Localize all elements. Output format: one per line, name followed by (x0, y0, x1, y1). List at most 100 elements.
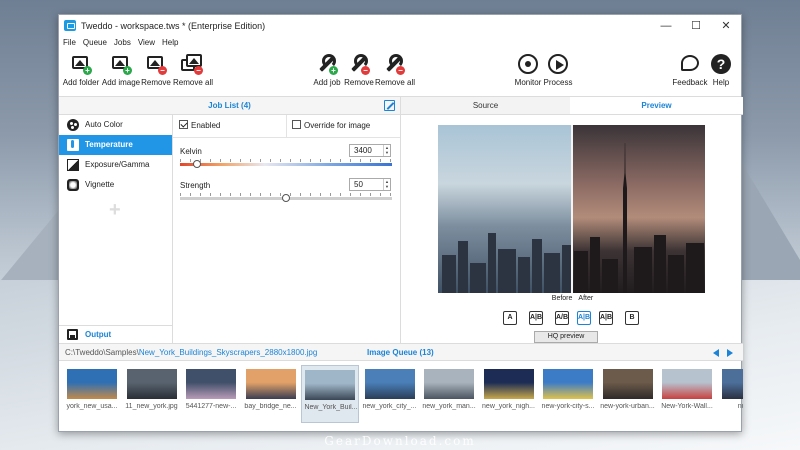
menu-queue[interactable]: Queue (83, 37, 107, 49)
view-split-vertical-button[interactable]: A|B (599, 311, 613, 325)
kelvin-slider-track[interactable] (180, 163, 392, 166)
remove-all-images-button[interactable]: − Remove all (173, 51, 213, 95)
after-label: After (578, 295, 594, 302)
output-button[interactable]: Output (59, 325, 173, 343)
kelvin-ticks (180, 159, 392, 162)
thumbnail-image (305, 370, 355, 400)
thumbnail-item[interactable]: 11_new_york.jpg (123, 365, 181, 423)
add-folder-button[interactable]: + Add folder (61, 51, 101, 95)
thumbnail-item[interactable]: New_York_Buil... (301, 365, 359, 423)
view-split-button[interactable]: A|B (529, 311, 543, 325)
thumbnail-image (662, 369, 712, 399)
enabled-checkbox-row[interactable]: Enabled (179, 120, 220, 132)
before-after-labels: Before After (401, 295, 744, 302)
queue-next-arrow-icon[interactable] (727, 349, 733, 357)
menu-jobs[interactable]: Jobs (114, 37, 131, 49)
process-label: Process (543, 78, 573, 87)
thumbnail-image (543, 369, 593, 399)
remove-all-images-icon: − (181, 53, 203, 75)
remove-image-button[interactable]: − Remove (141, 51, 171, 95)
preview-image (438, 125, 705, 293)
kelvin-spinbox[interactable]: 3400 ▲ ▼ (349, 144, 391, 157)
filter-label: Temperature (85, 140, 133, 149)
override-checkbox[interactable] (292, 120, 301, 129)
add-job-wrench-icon: + (316, 53, 338, 75)
add-folder-label: Add folder (62, 78, 100, 87)
remove-image-icon: − (145, 53, 167, 75)
enabled-checkbox[interactable] (179, 120, 188, 129)
thumbnail-image (126, 369, 177, 399)
file-name: New_York_Buildings_Skyscrapers_2880x1800… (138, 348, 318, 357)
remove-job-button[interactable]: − Remove (343, 51, 375, 95)
add-filter-plus-icon[interactable]: + (109, 200, 123, 220)
queue-prev-arrow-icon[interactable] (713, 349, 719, 357)
output-save-icon (67, 329, 78, 340)
job-list-header: Job List (4) (59, 97, 400, 115)
thumbnail-item[interactable]: new_york_nigh... (480, 365, 538, 423)
view-compare-button[interactable]: A|B (577, 311, 591, 325)
thumbnail-label: new_york_city_... (362, 403, 417, 410)
before-after-divider[interactable] (571, 125, 573, 293)
tab-preview[interactable]: Preview (570, 97, 743, 115)
current-file-path: C:\Tweddo\Samples\New_York_Buildings_Sky… (65, 344, 317, 361)
filter-settings: Enabled Override for image Kelvin 3400 ▲… (173, 115, 400, 343)
filter-list: Auto Color Temperature Exposure/Gamma Vi… (59, 115, 173, 343)
minimize-button[interactable]: — (651, 18, 681, 34)
thumbnail-item[interactable]: york_new_usa... (63, 365, 121, 423)
filter-item-auto-color[interactable]: Auto Color (59, 115, 172, 135)
thumbnail-item[interactable]: new_york_city_... (361, 365, 419, 423)
preview-panel: Before After A A|B A/B A|B A|B B HQ previ… (400, 115, 743, 343)
thumbnail-item[interactable]: new_york_man... (420, 365, 478, 423)
help-icon: ? (710, 53, 732, 75)
add-image-button[interactable]: + Add image (101, 51, 141, 95)
override-checkbox-row[interactable]: Override for image (292, 120, 370, 132)
add-image-icon: + (110, 53, 132, 75)
menu-view[interactable]: View (138, 37, 155, 49)
strength-slider-handle[interactable] (282, 194, 290, 202)
thumbnail-item[interactable]: new-york-city-s... (539, 365, 597, 423)
kelvin-slider-handle[interactable] (192, 160, 201, 168)
feedback-button[interactable]: Feedback (672, 51, 708, 95)
thumbnail-label: 5441277-new-... (185, 403, 237, 410)
remove-all-jobs-wrench-icon: − (383, 53, 405, 75)
thumbnail-item[interactable]: 5441277-new-... (182, 365, 240, 423)
add-job-button[interactable]: + Add job (311, 51, 343, 95)
thumbnail-label: New_York_Buil... (304, 404, 358, 411)
view-b-button[interactable]: B (625, 311, 639, 325)
thumbnail-image (245, 369, 296, 399)
filter-item-vignette[interactable]: Vignette (59, 175, 172, 195)
exposure-icon (67, 159, 79, 171)
maximize-button[interactable]: ☐ (681, 18, 711, 34)
strength-label: Strength (180, 181, 211, 190)
thumbnail-strip: york_new_usa... 11_new_york.jpg 5441277-ne… (59, 361, 743, 433)
thumbnail-label: new_york_nigh... (482, 403, 535, 410)
thumbnail-item[interactable]: New-York-Wall... (658, 365, 716, 423)
spin-arrows-icon[interactable]: ▲ ▼ (383, 145, 390, 156)
thumbnail-item[interactable]: bay_bridge_ne... (242, 365, 300, 423)
feedback-icon (679, 53, 701, 75)
help-button[interactable]: ? Help (708, 51, 734, 95)
view-a-button[interactable]: A (503, 311, 517, 325)
process-button[interactable]: Process (543, 51, 573, 95)
thumbnail-item[interactable]: nu2... (718, 365, 743, 423)
filter-item-temperature[interactable]: Temperature (59, 135, 172, 155)
menu-help[interactable]: Help (162, 37, 178, 49)
edit-job-icon[interactable] (384, 100, 395, 111)
monitor-label: Monitor (514, 78, 542, 87)
thumbnail-label: New-York-Wall... (661, 403, 713, 410)
close-button[interactable]: ✕ (711, 18, 741, 34)
strength-spinbox[interactable]: 50 ▲ ▼ (349, 178, 391, 191)
tab-source[interactable]: Source (400, 97, 570, 115)
remove-job-wrench-icon: − (348, 53, 370, 75)
remove-all-jobs-label: Remove all (375, 78, 416, 87)
monitor-button[interactable]: Monitor (513, 51, 543, 95)
spin-arrows-icon[interactable]: ▲ ▼ (383, 179, 390, 190)
menu-file[interactable]: File (63, 37, 76, 49)
hq-preview-button[interactable]: HQ preview (534, 331, 598, 343)
remove-all-jobs-button[interactable]: − Remove all (375, 51, 416, 95)
thumbnail-item[interactable]: new-york-urban... (599, 365, 657, 423)
view-diagonal-button[interactable]: A/B (555, 311, 569, 325)
filter-item-exposure-gamma[interactable]: Exposure/Gamma (59, 155, 172, 175)
divider (173, 137, 400, 138)
filter-label: Exposure/Gamma (85, 160, 150, 169)
